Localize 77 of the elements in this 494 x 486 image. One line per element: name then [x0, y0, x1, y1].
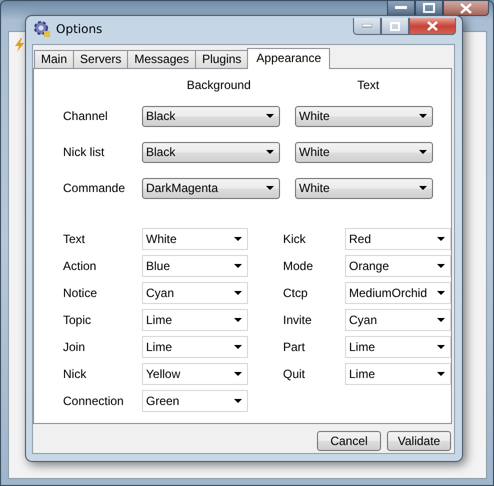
tab[interactable]: Servers: [73, 50, 128, 68]
dropdown[interactable]: Lime: [345, 362, 451, 384]
dropdown[interactable]: Yellow: [142, 362, 248, 384]
field-label: Join: [63, 340, 86, 354]
field-label: Notice: [63, 286, 98, 300]
minimize-button[interactable]: [387, 1, 415, 16]
dropdown[interactable]: White: [295, 106, 433, 126]
caret-icon: [234, 372, 242, 376]
field-label: Text: [63, 232, 86, 246]
maximize-icon: [390, 22, 400, 30]
close-button[interactable]: [409, 18, 456, 35]
minimize-icon: [395, 6, 407, 10]
field-label: Action: [63, 258, 98, 272]
dropdown[interactable]: White: [295, 178, 433, 198]
dropdown[interactable]: Red: [345, 228, 451, 250]
caret-icon: [437, 344, 445, 348]
field-label: Part: [283, 340, 306, 354]
field-label: Topic: [63, 312, 92, 326]
dropdown[interactable]: Lime: [345, 336, 451, 358]
field-label: Ctcp: [283, 286, 309, 300]
caret-icon: [437, 236, 445, 240]
field-label: Mode: [283, 258, 314, 272]
field-label: Quit: [283, 366, 306, 380]
minimize-icon: [362, 24, 372, 28]
maximize-button[interactable]: [415, 1, 443, 16]
dialog-button[interactable]: Cancel: [317, 431, 381, 451]
dropdown[interactable]: Lime: [142, 308, 248, 330]
maximize-icon: [423, 3, 435, 13]
column-header: Text: [356, 78, 380, 94]
tab[interactable]: Plugins: [195, 50, 248, 68]
caret-icon: [234, 290, 242, 294]
dropdown[interactable]: Black: [142, 142, 280, 162]
close-icon: [460, 2, 472, 14]
caret-icon: [266, 186, 274, 190]
dropdown[interactable]: Green: [142, 390, 248, 412]
caret-icon: [234, 318, 242, 322]
close-button[interactable]: [443, 1, 489, 16]
field-label: Channel: [63, 109, 109, 123]
field-label: Kick: [283, 232, 307, 246]
field-label: Nick: [63, 366, 88, 380]
caret-icon: [234, 344, 242, 348]
field-label: Connection: [63, 394, 125, 408]
dropdown[interactable]: White: [295, 142, 433, 162]
dropdown[interactable]: Orange: [345, 254, 451, 276]
tab[interactable]: Main: [34, 50, 74, 68]
caret-icon: [266, 150, 274, 154]
caret-icon: [437, 372, 445, 376]
field-label: Invite: [283, 312, 313, 326]
field-label: Nick list: [63, 145, 106, 159]
dropdown[interactable]: Black: [142, 106, 280, 126]
gear-icon: [33, 20, 51, 38]
caret-icon: [234, 264, 242, 268]
minimize-button[interactable]: [353, 18, 381, 35]
dropdown[interactable]: MediumOrchid: [345, 282, 451, 304]
dropdown[interactable]: White: [142, 228, 248, 250]
caret-icon: [437, 290, 445, 294]
caret-icon: [266, 114, 274, 118]
maximize-button[interactable]: [381, 18, 409, 35]
column-header: Background: [186, 78, 252, 94]
dropdown[interactable]: Cyan: [142, 282, 248, 304]
dropdown[interactable]: DarkMagenta: [142, 178, 280, 198]
field-label: Commande: [63, 181, 126, 195]
tab[interactable]: Messages: [127, 50, 196, 68]
dropdown[interactable]: Lime: [142, 336, 248, 358]
caret-icon: [234, 398, 242, 402]
caret-icon: [419, 150, 427, 154]
close-icon: [427, 21, 438, 31]
caret-icon: [419, 186, 427, 190]
caret-icon: [234, 236, 242, 240]
dialog-button[interactable]: Validate: [387, 431, 451, 451]
window-title: Options: [56, 22, 102, 36]
dropdown[interactable]: Blue: [142, 254, 248, 276]
tab[interactable]: Appearance: [247, 48, 330, 69]
dropdown[interactable]: Cyan: [345, 308, 451, 330]
caret-icon: [437, 264, 445, 268]
caret-icon: [437, 318, 445, 322]
caret-icon: [419, 114, 427, 118]
